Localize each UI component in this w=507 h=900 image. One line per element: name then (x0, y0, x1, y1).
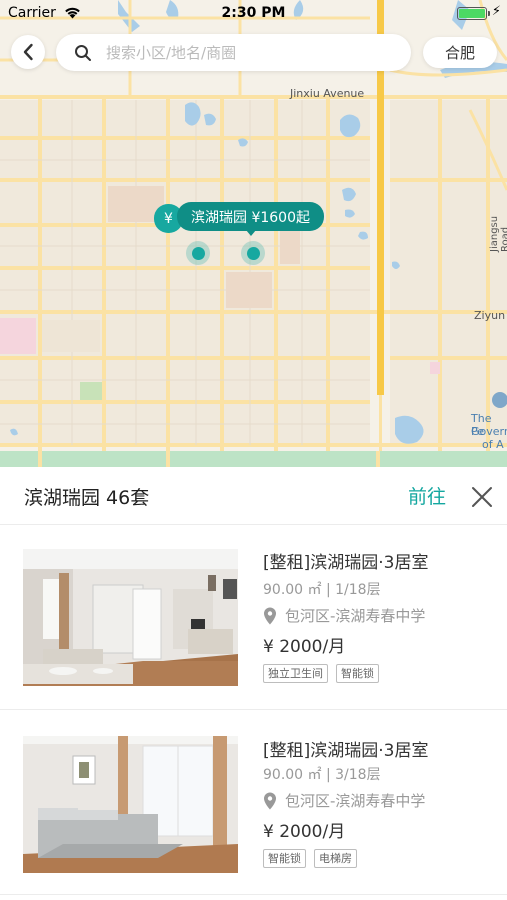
listing-tag: 智能锁 (336, 664, 379, 683)
search-input[interactable] (106, 43, 386, 62)
listing-location-label: 包河区-滨湖寿春中学 (285, 792, 426, 810)
listing-panel-header: 滨湖瑞园 46套 前往 (0, 467, 507, 525)
map-marker-back-label: ¥ (164, 210, 173, 227)
list-item[interactable]: [整租]滨湖瑞园·3居室 90.00 ㎡ | 3/18层 包河区-滨湖寿春中学 … (0, 710, 507, 895)
map-label-jinxiu: Jinxiu Avenue (290, 87, 365, 100)
clock: 2:30 PM (221, 5, 286, 21)
listing-meta: 90.00 ㎡ | 3/18层 (263, 767, 381, 783)
list-item[interactable]: [整租]滨湖瑞园·3居室 90.00 ㎡ | 1/18层 包河区-滨湖寿春中学 … (0, 525, 507, 710)
search-bar[interactable] (56, 34, 411, 71)
listing-tag: 独立卫生间 (263, 664, 328, 683)
map-label-ziyun: Ziyun (474, 309, 506, 322)
search-icon (75, 44, 91, 61)
map-label-jiangsu: Jiangsu Road (489, 215, 507, 252)
map-label-gov-2: Govern (471, 425, 507, 438)
listing-location-label: 包河区-滨湖寿春中学 (285, 607, 426, 625)
listing-photo (23, 736, 238, 873)
panel-title: 滨湖瑞园 46套 (24, 487, 150, 509)
listing-title: [整租]滨湖瑞园·3居室 (263, 553, 429, 573)
battery-icon (457, 7, 487, 20)
listing-location: 包河区-滨湖寿春中学 (263, 605, 425, 626)
listing-price: ¥ 2000/月 (263, 822, 346, 842)
back-button[interactable] (11, 35, 45, 69)
listing-photo (23, 549, 238, 686)
charging-icon: ⚡ (491, 4, 501, 19)
listing-tags: 独立卫生间 智能锁 (263, 664, 379, 683)
city-selector-button[interactable]: 合肥 (423, 37, 497, 68)
listing-price: ¥ 2000/月 (263, 637, 346, 657)
location-pin-icon (264, 607, 276, 624)
listing-tags: 智能锁 电梯房 (263, 849, 357, 868)
location-pin-icon (264, 792, 276, 809)
listing-tag: 智能锁 (263, 849, 306, 868)
map-marker-bubble[interactable]: 滨湖瑞园 ¥1600起 (177, 202, 324, 236)
close-icon[interactable] (470, 485, 494, 509)
listing-tag: 电梯房 (314, 849, 357, 868)
map-pin-dot[interactable] (241, 241, 265, 265)
chevron-left-icon (23, 43, 33, 61)
goto-button[interactable]: 前往 (408, 482, 446, 509)
listing-location: 包河区-滨湖寿春中学 (263, 790, 425, 811)
status-bar: Carrier 2:30 PM ⚡ (0, 0, 507, 28)
listing-title: [整租]滨湖瑞园·3居室 (263, 741, 429, 761)
map-marker-label: 滨湖瑞园 ¥1600起 (191, 209, 310, 226)
map-label-gov-3: of A (482, 438, 504, 451)
map-pin-dot[interactable] (186, 241, 210, 265)
listing-meta: 90.00 ㎡ | 1/18层 (263, 582, 381, 598)
